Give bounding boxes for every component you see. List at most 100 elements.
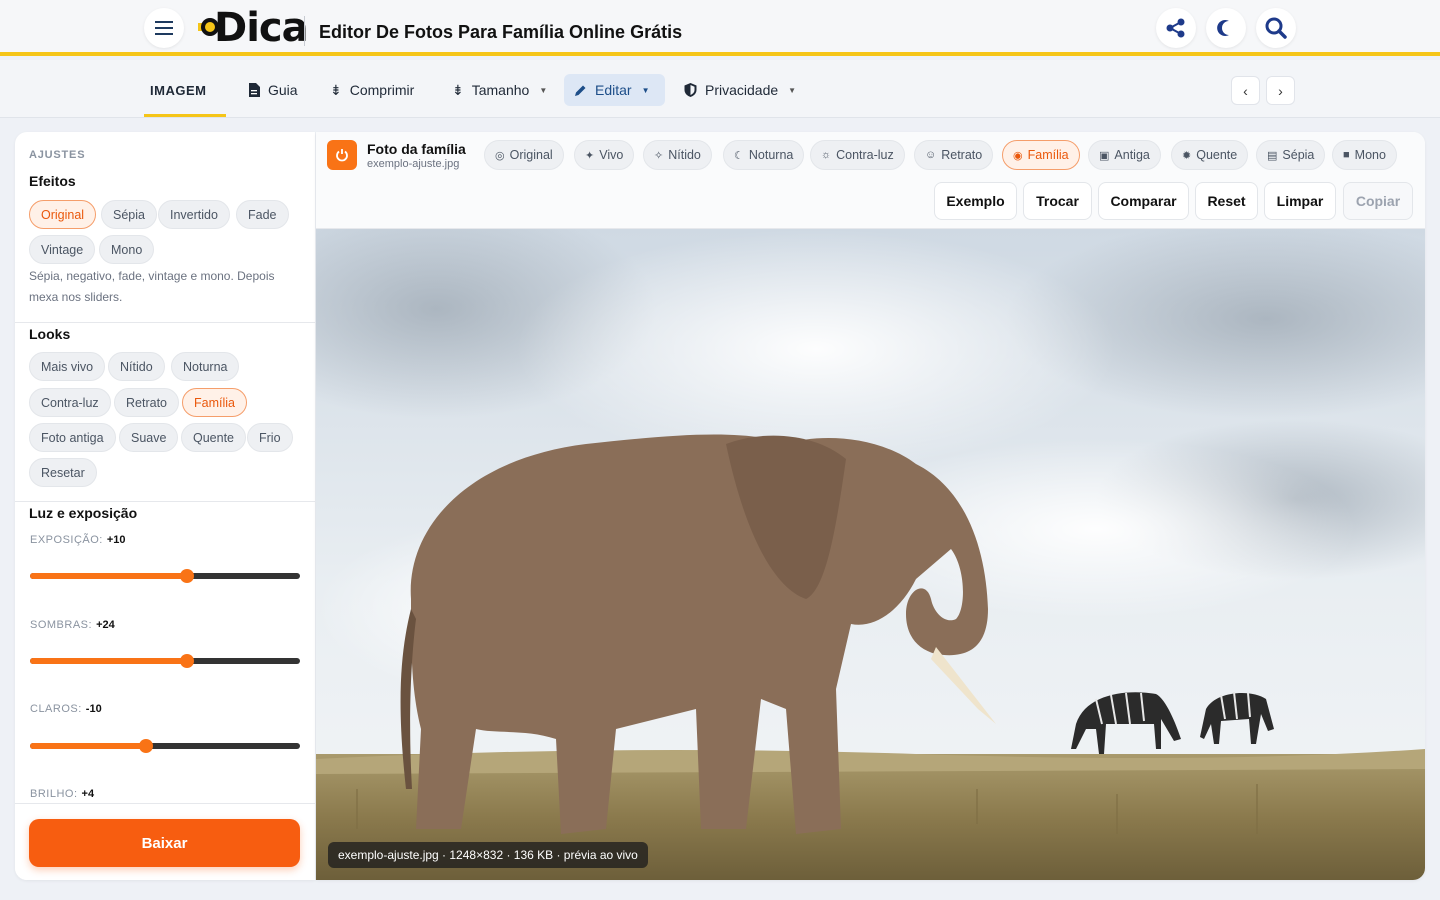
- look-chip-mais-vivo[interactable]: Mais vivo: [29, 352, 106, 381]
- slider-value: -10: [85, 703, 102, 715]
- preset-sepia[interactable]: ▤ Sépia: [1256, 140, 1326, 170]
- swap-button[interactable]: Trocar: [1023, 182, 1092, 220]
- elephant-photo: [316, 229, 1425, 880]
- caret-down-icon: ▼: [641, 85, 650, 95]
- exposure-slider[interactable]: [30, 569, 300, 583]
- face-icon: ☺: [925, 149, 937, 161]
- copy-button[interactable]: Copiar: [1343, 182, 1413, 220]
- clear-button[interactable]: Limpar: [1264, 182, 1336, 220]
- effects-note: Sépia, negativo, fade, vintage e mono. D…: [29, 269, 275, 304]
- look-chip-noturna[interactable]: Noturna: [171, 352, 240, 381]
- theme-toggle-button[interactable]: [1206, 8, 1246, 48]
- editor-panel: Foto da família exemplo-ajuste.jpg ◎ Orig…: [316, 132, 1425, 880]
- slider-label-sombras: SOMBRAS: +24: [30, 619, 115, 631]
- image-caption: exemplo-ajuste.jpg · 1248×832 · 136 KB ·…: [328, 842, 648, 868]
- nav-comprimir[interactable]: ⇟ Comprimir: [320, 74, 424, 106]
- looks-heading: Looks: [29, 326, 71, 342]
- file-title: Foto da família: [367, 141, 466, 157]
- slider-thumb[interactable]: [139, 739, 154, 753]
- look-chip-frio[interactable]: Frio: [247, 423, 293, 452]
- reset-button[interactable]: Reset: [1195, 182, 1258, 220]
- frame-icon: ▣: [1099, 149, 1110, 162]
- file-name: exemplo-ajuste.jpg: [367, 158, 460, 170]
- look-chip-contra-luz[interactable]: Contra-luz: [29, 388, 111, 417]
- compare-button[interactable]: Comparar: [1098, 182, 1189, 220]
- logo-text: Dica: [214, 5, 309, 51]
- warm-icon: ✹: [1182, 149, 1192, 162]
- moon-icon: ☾: [734, 149, 744, 162]
- preset-vivo[interactable]: ✦ Vivo: [574, 140, 635, 170]
- slider-thumb[interactable]: [179, 654, 194, 668]
- editor-toolbar: Foto da família exemplo-ajuste.jpg ◎ Orig…: [316, 132, 1425, 229]
- square-icon: ■: [1343, 149, 1350, 161]
- divider: [15, 322, 315, 323]
- look-chip-familia[interactable]: Família: [182, 388, 247, 417]
- menu-button[interactable]: [144, 8, 184, 48]
- effect-chip-sepia[interactable]: Sépia: [101, 200, 157, 229]
- target-icon: ◎: [495, 149, 505, 162]
- top-header: Dica Editor De Fotos Para Família Online…: [0, 0, 1440, 56]
- nav-tamanho[interactable]: ⇟ Tamanho ▼: [442, 74, 557, 106]
- caret-down-icon: ▼: [539, 85, 548, 95]
- nav-label: Comprimir: [349, 82, 415, 98]
- preset-nitido[interactable]: ✧ Nítido: [643, 140, 712, 170]
- divider: [15, 501, 315, 502]
- preset-original[interactable]: ◎ Original: [484, 140, 564, 170]
- moon-icon: [1217, 20, 1229, 36]
- nav-next-button[interactable]: ›: [1266, 76, 1295, 105]
- main-nav: IMAGEM Guia ⇟ Comprimir ⇟ Tamanho ▼ Edit…: [0, 60, 1440, 118]
- menu-icon: [155, 21, 173, 35]
- sparkle-outline-icon: ✧: [654, 149, 664, 162]
- slider-value: +4: [81, 788, 95, 800]
- compress-icon: ⇟: [330, 81, 342, 98]
- nav-editar[interactable]: Editar ▼: [564, 74, 665, 106]
- slider-thumb[interactable]: [179, 569, 194, 583]
- preset-familia[interactable]: ◉ Família: [1002, 140, 1080, 170]
- preset-contra-luz[interactable]: ☼ Contra-luz: [810, 140, 905, 170]
- look-chip-retrato[interactable]: Retrato: [114, 388, 179, 417]
- photo-preview[interactable]: exemplo-ajuste.jpg · 1248×832 · 136 KB ·…: [316, 229, 1425, 880]
- look-chip-resetar[interactable]: Resetar: [29, 458, 97, 487]
- effect-chip-original[interactable]: Original: [29, 200, 97, 229]
- share-button[interactable]: [1156, 8, 1196, 48]
- slider-value: +24: [96, 619, 115, 631]
- page-title: Editor De Fotos Para Família Online Grát…: [319, 22, 683, 42]
- look-chip-nitido[interactable]: Nítido: [108, 352, 165, 381]
- preset-mono[interactable]: ■ Mono: [1332, 140, 1397, 170]
- effect-chip-fade[interactable]: Fade: [236, 200, 289, 229]
- effect-chip-mono[interactable]: Mono: [99, 235, 155, 264]
- file-icon: [327, 140, 357, 170]
- sparkle-icon: ✦: [585, 149, 595, 162]
- nav-label: Editar: [595, 82, 632, 98]
- search-button[interactable]: [1256, 8, 1296, 48]
- preset-retrato[interactable]: ☺ Retrato: [914, 140, 994, 170]
- power-icon: [336, 149, 348, 162]
- adjustments-sidebar: AJUSTES Efeitos Original Sépia Invertido…: [15, 132, 315, 880]
- slider-label-claros: CLAROS: -10: [30, 703, 102, 715]
- shield-icon: [684, 83, 697, 97]
- film-icon: ▤: [1267, 149, 1278, 162]
- nav-guia[interactable]: Guia: [238, 74, 308, 106]
- preset-antiga[interactable]: ▣ Antiga: [1088, 140, 1161, 170]
- effect-chip-vintage[interactable]: Vintage: [29, 235, 96, 264]
- sidebar-section-label: AJUSTES: [29, 149, 86, 161]
- download-area: Baixar: [15, 803, 315, 880]
- download-button[interactable]: Baixar: [29, 819, 300, 867]
- nav-tab-imagem[interactable]: IMAGEM: [140, 74, 216, 106]
- preset-quente[interactable]: ✹ Quente: [1171, 140, 1249, 170]
- example-button[interactable]: Exemplo: [934, 182, 1017, 220]
- look-chip-foto-antiga[interactable]: Foto antiga: [29, 423, 116, 452]
- nav-privacidade[interactable]: Privacidade ▼: [674, 74, 806, 106]
- preset-noturna[interactable]: ☾ Noturna: [723, 140, 805, 170]
- effect-chip-invertido[interactable]: Invertido: [158, 200, 230, 229]
- nav-prev-button[interactable]: ‹: [1231, 76, 1260, 105]
- look-chip-quente[interactable]: Quente: [181, 423, 247, 452]
- highlights-slider[interactable]: [30, 739, 300, 753]
- light-heading: Luz e exposição: [29, 505, 138, 521]
- site-logo[interactable]: Dica: [196, 5, 309, 51]
- look-chip-suave[interactable]: Suave: [119, 423, 179, 452]
- pencil-icon: [575, 85, 586, 96]
- nav-label: Tamanho: [471, 82, 530, 98]
- shadows-slider[interactable]: [30, 654, 300, 668]
- resize-icon: ⇟: [452, 81, 464, 98]
